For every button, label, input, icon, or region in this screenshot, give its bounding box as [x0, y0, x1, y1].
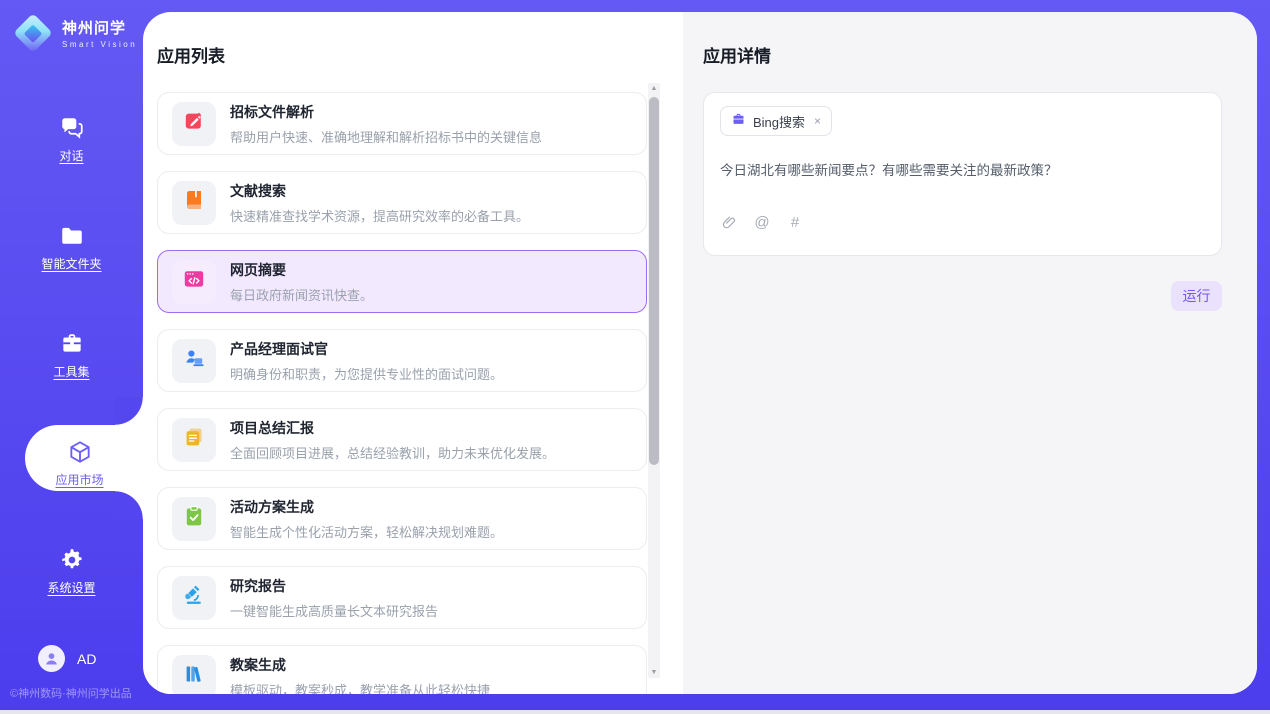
- sidebar-item-cube[interactable]: 应用市场: [0, 427, 143, 535]
- app-list-item[interactable]: 网页摘要 每日政府新闻资讯快查。: [157, 250, 647, 313]
- app-detail-panel: 应用详情 Bing搜索 × 今日湖北有哪些新闻要点？有哪些需要关注的最新政策？ …: [683, 12, 1257, 694]
- scroll-up-icon[interactable]: ▲: [648, 85, 660, 92]
- gear-icon: [59, 547, 85, 573]
- notes-icon: [182, 425, 206, 454]
- scrollbar-thumb[interactable]: [649, 97, 659, 465]
- user-name: AD: [77, 651, 96, 667]
- sidebar-item-gear[interactable]: 系统设置: [0, 535, 143, 643]
- app-list-item[interactable]: 研究报告 一键智能生成高质量长文本研究报告: [157, 566, 647, 629]
- chat-icon: [59, 115, 85, 141]
- microscope-icon: [182, 583, 206, 612]
- run-button[interactable]: 运行: [1171, 281, 1222, 311]
- prompt-card: Bing搜索 × 今日湖北有哪些新闻要点？有哪些需要关注的最新政策？ @ #: [703, 92, 1222, 256]
- bottom-strip: [0, 710, 1270, 714]
- interviewer-icon: [182, 346, 206, 375]
- sidebar-nav: 对话 智能文件夹 工具集 应用市场 系统设置: [0, 103, 143, 643]
- app-list-title: 应用列表: [157, 42, 683, 67]
- app-detail-title: 应用详情: [703, 42, 1222, 67]
- briefcase-icon: [731, 112, 746, 130]
- app-list: 招标文件解析 帮助用户快速、准确地理解和解析招标书中的关键信息 文献搜索 快速精…: [157, 92, 647, 694]
- app-list-panel: 应用列表 招标文件解析 帮助用户快速、准确地理解和解析招标书中的关键信息 文献搜…: [143, 12, 683, 694]
- copyright-text: ©神州数码·神州问学出品: [10, 685, 132, 701]
- app-list-item[interactable]: 活动方案生成 智能生成个性化活动方案，轻松解决规划难题。: [157, 487, 647, 550]
- user-menu[interactable]: AD: [38, 645, 96, 672]
- app-list-item[interactable]: 产品经理面试官 明确身份和职责，为您提供专业性的面试问题。: [157, 329, 647, 392]
- main-content: 应用列表 招标文件解析 帮助用户快速、准确地理解和解析招标书中的关键信息 文献搜…: [143, 12, 1257, 694]
- brand-subtitle: Smart Vision: [62, 40, 137, 49]
- hash-icon[interactable]: #: [786, 213, 804, 231]
- user-avatar-icon: [38, 645, 65, 672]
- app-list-item[interactable]: 项目总结汇报 全面回顾项目进展，总结经验教训，助力未来优化发展。: [157, 408, 647, 471]
- app-list-item[interactable]: 教案生成 模板驱动，教案秒成，教学准备从此轻松快捷: [157, 645, 647, 694]
- prompt-toolbar: @ #: [720, 213, 1205, 231]
- attachment-icon[interactable]: [720, 213, 738, 231]
- sidebar: 神州问学 Smart Vision 对话 智能文件夹 工具集 应用市场 系统设置: [0, 0, 143, 710]
- edit-document-icon: [182, 109, 206, 138]
- tool-chip-bing-search[interactable]: Bing搜索 ×: [720, 106, 832, 136]
- cube-icon: [67, 439, 93, 465]
- toolbox-icon: [59, 331, 85, 357]
- chip-close-icon[interactable]: ×: [814, 114, 821, 128]
- clipboard-check-icon: [182, 504, 206, 533]
- sidebar-item-chat[interactable]: 对话: [0, 103, 143, 211]
- webpage-code-icon: [182, 267, 206, 296]
- app-list-item[interactable]: 文献搜索 快速精准查找学术资源，提高研究效率的必备工具。: [157, 171, 647, 234]
- books-icon: [182, 662, 206, 691]
- scrollbar[interactable]: ▲ ▼: [648, 83, 660, 678]
- app-window: 神州问学 Smart Vision 对话 智能文件夹 工具集 应用市场 系统设置: [0, 0, 1270, 714]
- folder-icon: [59, 223, 85, 249]
- sidebar-item-folder[interactable]: 智能文件夹: [0, 211, 143, 319]
- brand-name: 神州问学: [62, 17, 137, 38]
- brand-logo: 神州问学 Smart Vision: [12, 12, 137, 54]
- scroll-down-icon[interactable]: ▼: [648, 669, 660, 676]
- brand-logo-icon: [12, 12, 54, 54]
- book-icon: [182, 188, 206, 217]
- mention-icon[interactable]: @: [753, 213, 771, 231]
- app-list-item[interactable]: 招标文件解析 帮助用户快速、准确地理解和解析招标书中的关键信息: [157, 92, 647, 155]
- tool-chip-label: Bing搜索: [753, 112, 805, 131]
- prompt-text[interactable]: 今日湖北有哪些新闻要点？有哪些需要关注的最新政策？: [720, 161, 1205, 181]
